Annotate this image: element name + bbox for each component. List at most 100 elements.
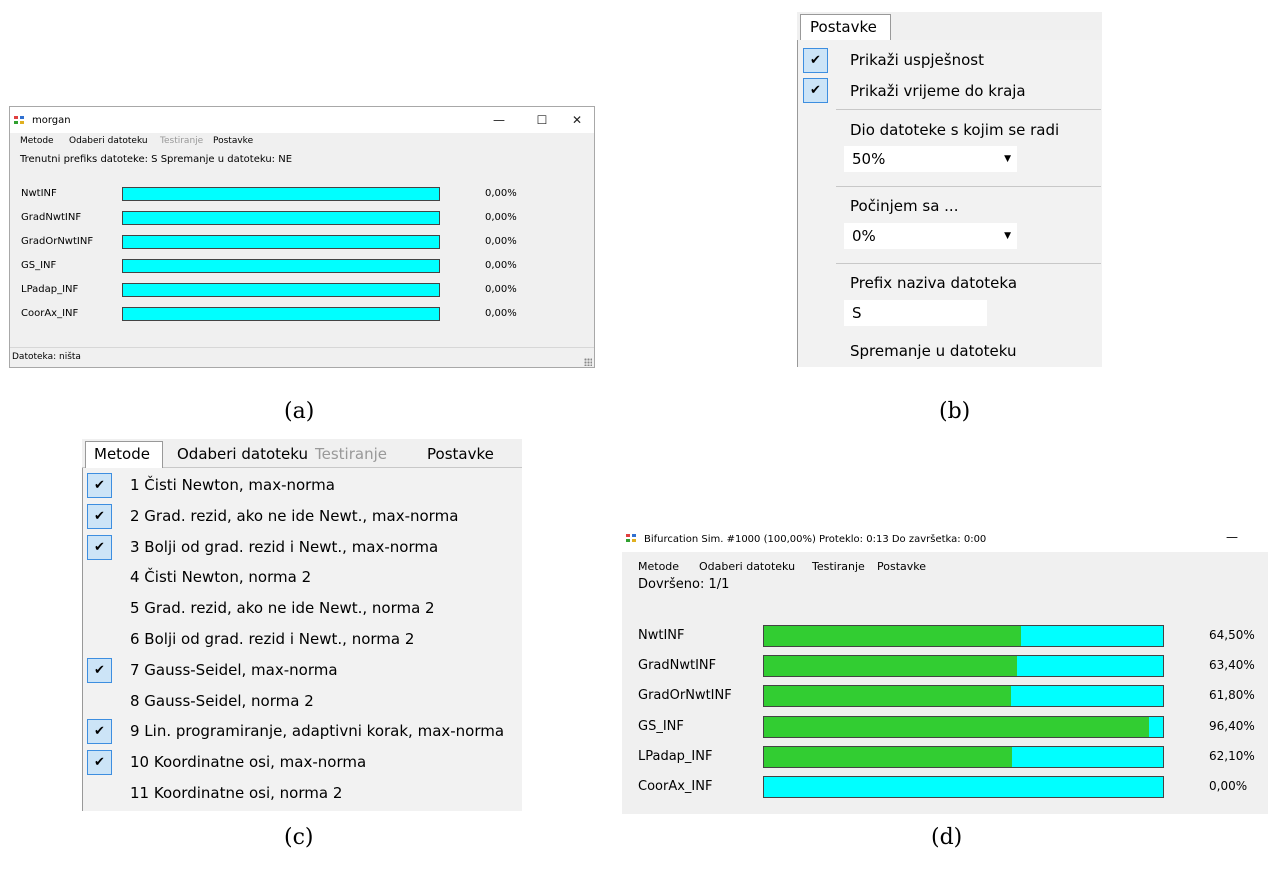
window-title: morgan xyxy=(32,115,71,126)
menu-odaberi-datoteku[interactable]: Odaberi datoteku xyxy=(69,136,148,146)
check-icon: ✔ xyxy=(87,534,112,560)
menu-item-show-success[interactable]: Prikaži uspješnost xyxy=(850,51,984,69)
postavke-dropdown: Postavke ✔ Prikaži uspješnost ✔ Prikaži … xyxy=(797,12,1102,367)
separator xyxy=(836,186,1101,187)
progress-percent: 61,80% xyxy=(1209,688,1255,703)
progress-percent: 62,10% xyxy=(1209,748,1255,763)
metode-dropdown: Metode Odaberi datoteku Testiranje Posta… xyxy=(82,439,522,811)
menu-item-method[interactable]: 5 Grad. rezid, ako ne ide Newt., norma 2 xyxy=(130,599,435,617)
caption-c: (c) xyxy=(284,825,314,850)
start-label: Počinjem sa ... xyxy=(850,197,959,215)
menu-item-show-time[interactable]: Prikaži vrijeme do kraja xyxy=(850,82,1026,100)
progress-percent: 0,00% xyxy=(485,260,517,271)
menu-testiranje: Testiranje xyxy=(315,445,387,463)
progress-fill xyxy=(764,656,1017,677)
info-line: Trenutni prefiks datoteke: S Spremanje u… xyxy=(20,154,293,165)
progress-percent: 64,50% xyxy=(1209,628,1255,642)
progress-fill xyxy=(764,746,1012,767)
progress-bar xyxy=(763,776,1164,798)
dropdown-arrow-icon[interactable]: ▼ xyxy=(1004,146,1011,172)
progress-bar xyxy=(122,235,440,249)
progress-bar xyxy=(763,625,1164,647)
menu-item-method[interactable]: 9 Lin. programiranje, adaptivni korak, m… xyxy=(130,722,504,740)
method-label: CoorAx_INF xyxy=(21,308,79,319)
app-icon xyxy=(14,116,25,125)
progress-fill xyxy=(764,686,1011,707)
dropdown-arrow-icon[interactable]: ▼ xyxy=(1004,223,1011,249)
maximize-icon[interactable]: ☐ xyxy=(528,111,556,129)
menu-testiranje[interactable]: Testiranje xyxy=(812,560,865,573)
start-combo[interactable]: 0% ▼ xyxy=(844,223,1017,249)
method-label: GradNwtINF xyxy=(638,658,717,674)
title-bar[interactable]: morgan — ☐ ✕ xyxy=(10,107,594,133)
menu-item-method[interactable]: 1 Čisti Newton, max-norma xyxy=(130,476,335,494)
close-icon[interactable]: ✕ xyxy=(563,111,591,129)
progress-fill xyxy=(764,716,1149,737)
menu-item-method[interactable]: 3 Bolji od grad. rezid i Newt., max-norm… xyxy=(130,538,438,556)
method-label: LPadap_INF xyxy=(21,284,79,295)
progress-percent: 0,00% xyxy=(485,212,517,223)
progress-percent: 0,00% xyxy=(1209,779,1248,793)
prefix-input[interactable]: S xyxy=(844,300,987,326)
menu-odaberi-datoteku[interactable]: Odaberi datoteku xyxy=(177,445,308,463)
resize-grip-icon[interactable] xyxy=(584,358,592,366)
progress-fill xyxy=(764,626,1022,646)
progress-percent: 0,00% xyxy=(485,308,517,319)
status-bar: Datoteka: ništa xyxy=(10,347,594,368)
menu-item-method[interactable]: 11 Koordinatne osi, norma 2 xyxy=(130,784,342,802)
file-part-combo[interactable]: 50% ▼ xyxy=(844,146,1017,172)
progress-bar xyxy=(763,715,1164,738)
check-icon: ✔ xyxy=(87,657,112,683)
menu-metode[interactable]: Metode xyxy=(85,441,163,468)
progress-bar xyxy=(763,685,1164,708)
method-label: GS_INF xyxy=(638,718,684,734)
method-label: NwtINF xyxy=(21,188,57,199)
menu-item-method[interactable]: 2 Grad. rezid, ako ne ide Newt., max-nor… xyxy=(130,507,458,525)
progress-percent: 63,40% xyxy=(1209,658,1255,673)
check-icon: ✔ xyxy=(87,503,112,529)
progress-percent: 0,00% xyxy=(485,236,517,247)
menu-bar: Postavke xyxy=(797,12,1102,41)
menu-bar: Metode Odaberi datoteku Testiranje Posta… xyxy=(10,133,594,149)
menu-item-method[interactable]: 7 Gauss-Seidel, max-norma xyxy=(130,661,338,679)
caption-a: (a) xyxy=(284,399,315,424)
check-icon: ✔ xyxy=(87,473,112,498)
progress-bar xyxy=(122,211,440,225)
method-label: CoorAx_INF xyxy=(638,779,713,794)
menu-item-method[interactable]: 4 Čisti Newton, norma 2 xyxy=(130,568,311,586)
minimize-icon[interactable]: — xyxy=(485,111,513,129)
menu-item-method[interactable]: 8 Gauss-Seidel, norma 2 xyxy=(130,692,314,710)
menu-item-method[interactable]: 10 Koordinatne osi, max-norma xyxy=(130,753,366,771)
file-part-label: Dio datoteke s kojim se radi xyxy=(850,121,1060,139)
title-bar[interactable]: Bifurcation Sim. #1000 (100,00%) Protekl… xyxy=(622,526,1268,552)
progress-bar xyxy=(122,187,440,201)
menu-odaberi-datoteku[interactable]: Odaberi datoteku xyxy=(699,560,795,573)
menu-postavke[interactable]: Postavke xyxy=(800,14,891,41)
menu-postavke[interactable]: Postavke xyxy=(427,445,494,463)
check-icon: ✔ xyxy=(803,78,828,103)
progress-bar xyxy=(122,283,440,297)
method-label: LPadap_INF xyxy=(638,748,713,764)
menu-item-save-to-file[interactable]: Spremanje u datoteku xyxy=(850,342,1016,360)
start-value: 0% xyxy=(852,227,876,245)
progress-bar xyxy=(763,655,1164,678)
dropdown-body: ✔ Prikaži uspješnost ✔ Prikaži vrijeme d… xyxy=(797,40,1102,367)
caption-d: (d) xyxy=(931,825,963,850)
menu-postavke[interactable]: Postavke xyxy=(213,136,253,146)
app-icon xyxy=(626,534,637,543)
check-icon: ✔ xyxy=(87,719,112,745)
menu-item-method[interactable]: 6 Bolji od grad. rezid i Newt., norma 2 xyxy=(130,630,414,648)
separator xyxy=(836,109,1101,110)
progress-percent: 0,00% xyxy=(485,188,517,199)
dropdown-body: ✔ 1 Čisti Newton, max-norma ✔ 2 Grad. rezid… xyxy=(82,468,522,811)
menu-metode[interactable]: Metode xyxy=(638,560,679,573)
separator xyxy=(836,263,1101,264)
minimize-icon[interactable]: — xyxy=(1226,530,1238,544)
menu-postavke[interactable]: Postavke xyxy=(877,560,926,573)
check-icon: ✔ xyxy=(87,750,112,776)
status-text: Datoteka: ništa xyxy=(12,352,81,362)
menu-metode[interactable]: Metode xyxy=(20,136,54,146)
menu-bar: Metode Odaberi datoteku Testiranje Posta… xyxy=(82,439,522,468)
method-label: GradOrNwtINF xyxy=(638,688,732,704)
progress-bar xyxy=(763,745,1164,768)
